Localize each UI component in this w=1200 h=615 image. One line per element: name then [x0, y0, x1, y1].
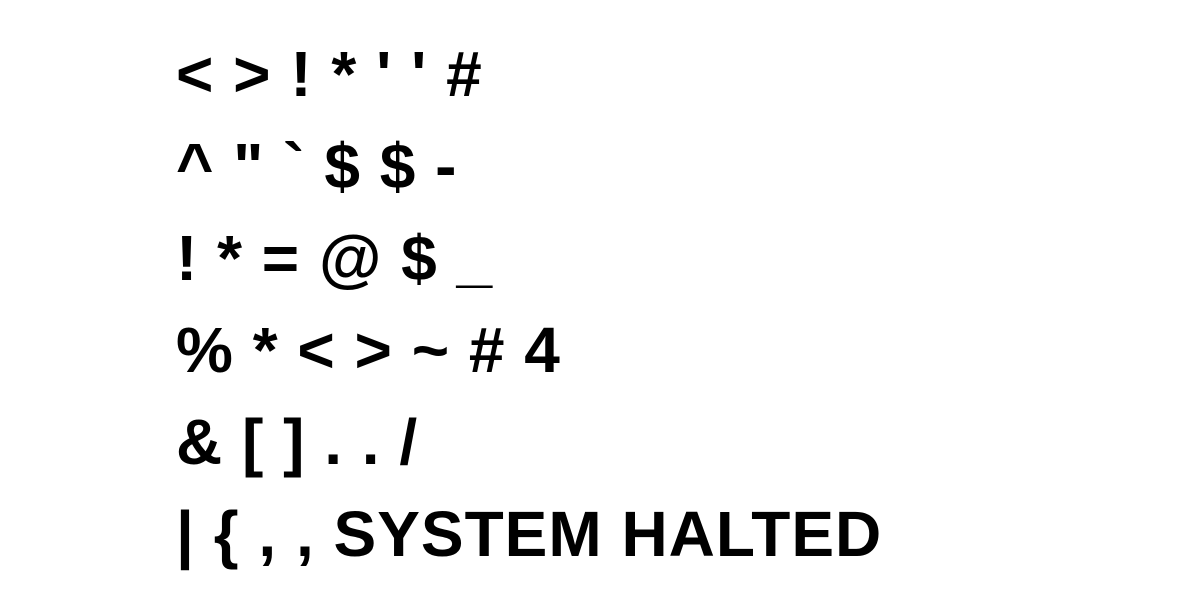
symbol-line-1: < > ! * ' ' # [176, 38, 483, 110]
symbol-line-3: ! * = @ $ _ [176, 222, 494, 294]
symbol-line-2: ^ " ` $ $ - [176, 130, 458, 202]
symbol-line-4: % * < > ~ # 4 [176, 314, 561, 386]
system-halted-line: | { , , SYSTEM HALTED [176, 498, 883, 570]
symbol-lines: < > ! * ' ' # ^ " ` $ $ - ! * = @ $ _ % … [176, 28, 882, 580]
symbol-line-5: & [ ] . . / [176, 406, 419, 478]
halted-screen: < > ! * ' ' # ^ " ` $ $ - ! * = @ $ _ % … [0, 0, 1200, 615]
